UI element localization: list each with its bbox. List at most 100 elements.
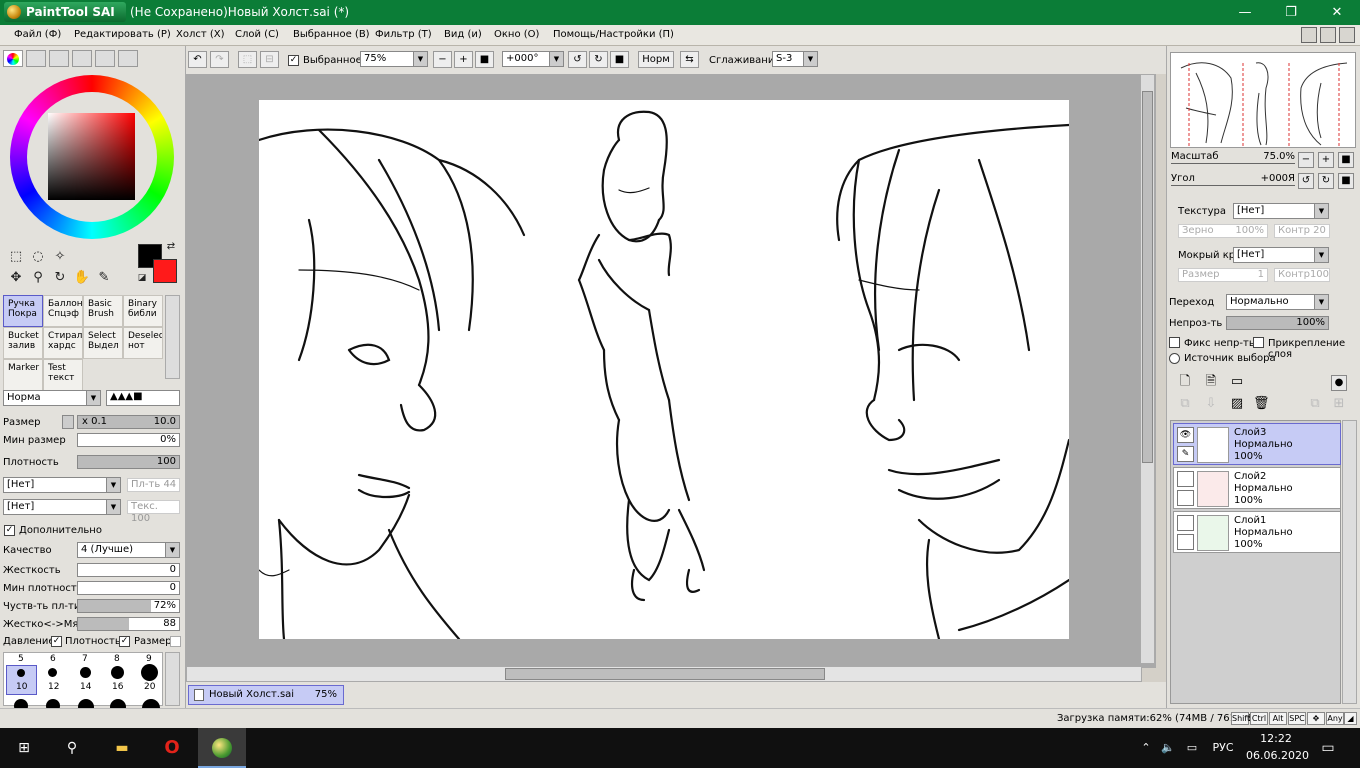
eyedropper-icon[interactable]: ✎ (94, 268, 114, 288)
scratchpad-tab[interactable] (118, 50, 138, 67)
size-slider[interactable]: x 0.1 10.0 (77, 415, 180, 429)
clip-layer-checkbox[interactable] (1253, 337, 1264, 348)
dot-12[interactable] (48, 668, 57, 677)
opacity-slider[interactable]: 100% (1226, 316, 1329, 330)
canvas-horizontal-scrollbar[interactable] (186, 666, 1142, 682)
opera-icon[interactable]: O (148, 728, 196, 768)
brush-shape-selector[interactable]: ▲▲▲■ (106, 390, 180, 406)
swap-colors-icon[interactable]: ⇄ (164, 240, 178, 254)
brush-deselect[interactable]: Deselectнот (123, 327, 163, 359)
quality-dropdown[interactable]: 4 (Лучше) ▼ (77, 542, 180, 558)
saturation-value-square[interactable] (48, 113, 135, 200)
mdi-minimize-button[interactable] (1301, 27, 1317, 43)
mdi-close-button[interactable] (1339, 27, 1355, 43)
clock-time[interactable]: 12:22 (1246, 732, 1306, 745)
pen-lock-icon[interactable]: ✎ (1177, 446, 1194, 462)
zoom-reset-icon[interactable]: ■ (475, 51, 494, 68)
brush-bucket[interactable]: Bucket залив (3, 327, 43, 359)
merge-visible-icon[interactable]: ⧉ (1307, 397, 1323, 413)
brush-select[interactable]: Select Выдел (83, 327, 123, 359)
blend-mode-dropdown[interactable]: Нормально ▼ (1226, 294, 1329, 310)
wet-edge-dropdown[interactable]: [Нет] ▼ (1233, 247, 1329, 263)
resize-grip-icon[interactable]: ◢ (1344, 712, 1357, 725)
fix-opacity-checkbox[interactable] (1169, 337, 1180, 348)
mdi-restore-button[interactable] (1320, 27, 1336, 43)
maximize-button[interactable]: ❐ (1268, 0, 1314, 25)
menu-selection[interactable]: Выбранное (В) (293, 29, 370, 40)
brush-airbrush[interactable]: БаллончСпцэф (43, 295, 83, 327)
vertical-scroll-thumb[interactable] (1142, 91, 1153, 463)
document-tab[interactable]: Новый Холст.sai 75% (188, 685, 344, 705)
zoom-out-icon[interactable]: − (433, 51, 452, 68)
nav-zoom-slider[interactable] (1171, 163, 1295, 164)
pressure-size-checkbox[interactable]: ✓ (119, 636, 130, 647)
hsv-slider-tab[interactable] (49, 50, 69, 67)
menu-canvas[interactable]: Холст (Х) (176, 29, 225, 40)
menu-view[interactable]: Вид (и) (444, 29, 482, 40)
rotate-right-icon[interactable]: ↻ (589, 51, 608, 68)
chevron-up-icon[interactable]: ⌃ (1136, 728, 1156, 768)
rotate-left-icon[interactable]: ↺ (568, 51, 587, 68)
flatten-icon[interactable]: ⊞ (1331, 397, 1347, 413)
sensitivity-slider[interactable]: 72% (77, 599, 180, 613)
menu-window[interactable]: Окно (О) (494, 29, 539, 40)
dot-16[interactable] (111, 666, 124, 679)
volume-icon[interactable]: 🔈 (1158, 728, 1178, 768)
merge-down-icon[interactable]: ⇩ (1203, 397, 1219, 413)
pen-lock-icon[interactable] (1177, 490, 1194, 506)
selection-visible-checkbox[interactable]: ✓ (288, 55, 299, 66)
pressure-extra-checkbox[interactable] (170, 636, 181, 647)
redo-icon[interactable]: ↷ (210, 51, 229, 68)
menu-help[interactable]: Помощь/Настройки (П) (553, 29, 674, 40)
hardness-slider[interactable]: 0 (77, 563, 180, 577)
magic-wand-icon[interactable]: ✧ (50, 247, 70, 267)
brush-test[interactable]: Test текст (43, 359, 83, 391)
language-indicator[interactable]: РУС (1207, 728, 1239, 768)
layer-item[interactable]: 👁 ✎ Слой3 Нормально 100% (1173, 423, 1341, 465)
nav-rotate-right-icon[interactable]: ↻ (1318, 173, 1334, 189)
paint-tool-sai-taskbar-icon[interactable] (198, 728, 246, 768)
lasso-icon[interactable]: ◌ (28, 247, 48, 267)
network-icon[interactable]: ▭ (1182, 728, 1202, 768)
selection-source-radio[interactable] (1169, 353, 1180, 364)
canvas-viewport[interactable] (186, 74, 1156, 668)
angle-dropdown[interactable]: +000° ▼ (502, 51, 564, 67)
layer-list-scrollbar[interactable] (1342, 420, 1357, 704)
density-slider[interactable]: 100 (77, 455, 180, 469)
dot-palette-scrollbar[interactable] (165, 652, 180, 706)
eye-icon[interactable] (1177, 515, 1194, 531)
rotate-reset-icon[interactable]: ■ (610, 51, 629, 68)
close-button[interactable]: ✕ (1314, 0, 1360, 25)
clock-date[interactable]: 06.06.2020 (1246, 749, 1309, 762)
layer-texture-dropdown[interactable]: [Нет] ▼ (1233, 203, 1329, 219)
texture1-dropdown[interactable]: [Нет] ▼ (3, 477, 121, 493)
minimize-button[interactable]: — (1222, 0, 1268, 25)
nav-zoom-in-icon[interactable]: + (1318, 152, 1334, 168)
swatches-tab[interactable] (72, 50, 92, 67)
drawing-canvas[interactable] (259, 100, 1069, 639)
navigator-preview[interactable] (1170, 52, 1356, 148)
rotate-icon[interactable]: ↻ (50, 268, 70, 288)
pen-lock-icon[interactable] (1177, 534, 1194, 550)
new-layer-icon[interactable]: 🗋 (1177, 375, 1193, 391)
new-folder-icon[interactable]: ▭ (1229, 375, 1245, 391)
menu-layer[interactable]: Слой (С) (235, 29, 279, 40)
layer-mask-icon[interactable]: ● (1331, 375, 1347, 391)
brush-marker[interactable]: Marker (3, 359, 43, 391)
horizontal-scroll-thumb[interactable] (505, 668, 825, 680)
nav-rotate-reset-icon[interactable]: ■ (1338, 173, 1354, 189)
zoom-in-icon[interactable]: + (454, 51, 473, 68)
size-multiplier-dropdown[interactable] (62, 415, 74, 429)
nav-rotate-left-icon[interactable]: ↺ (1298, 173, 1314, 189)
rgb-slider-tab[interactable] (26, 50, 46, 67)
zoom-icon[interactable]: ⚲ (28, 268, 48, 288)
dot-14[interactable] (80, 667, 91, 678)
deselect-icon[interactable]: ⬚ (238, 51, 257, 68)
delete-layer-icon[interactable]: 🗑 (1253, 397, 1270, 413)
menu-edit[interactable]: Редактировать (Р) (74, 29, 171, 40)
brush-eraser[interactable]: Стирал хардс (43, 327, 83, 359)
menu-file[interactable]: Файл (Ф) (14, 29, 61, 40)
brush-binary[interactable]: Binary библи (123, 295, 163, 327)
hand-icon[interactable]: ✋ (72, 268, 92, 288)
undo-icon[interactable]: ↶ (188, 51, 207, 68)
